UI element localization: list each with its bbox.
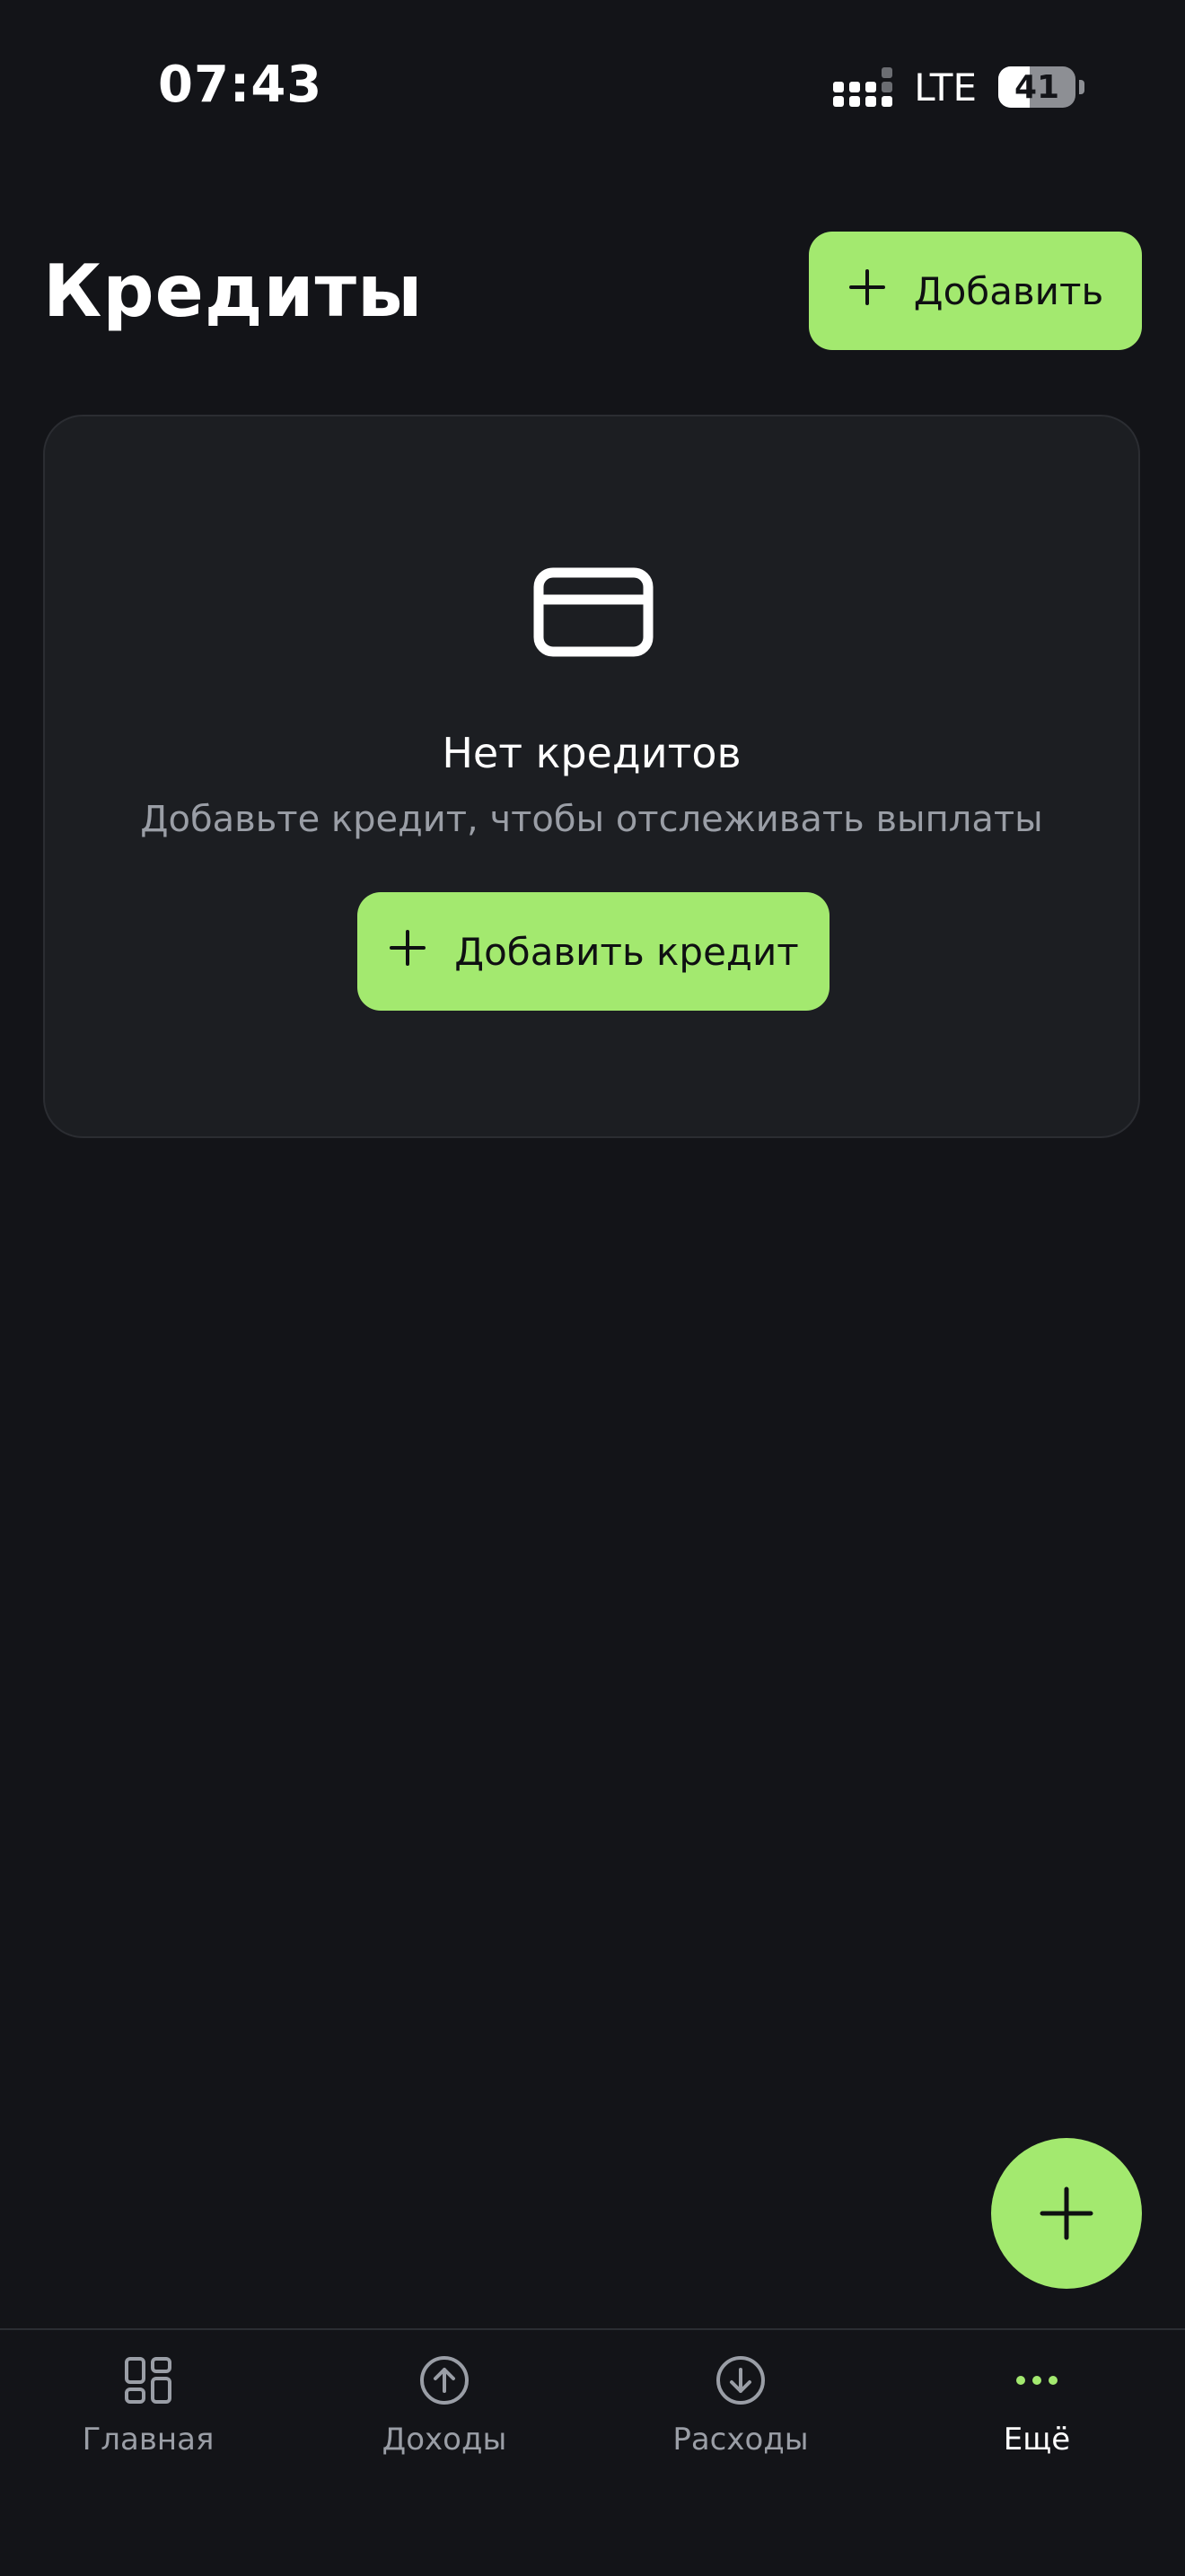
nav-label: Расходы: [672, 2422, 809, 2458]
bottom-nav: Главная Доходы Расходы Ещё: [0, 2328, 1185, 2576]
add-button-label: Добавить: [913, 268, 1104, 313]
add-credit-button-label: Добавить кредит: [454, 929, 799, 974]
dashboard-grid-icon: [125, 2357, 171, 2404]
more-dots-icon: [1016, 2376, 1058, 2385]
empty-state-title: Нет кредитов: [442, 729, 742, 777]
nav-item-expenses[interactable]: Расходы: [592, 2353, 889, 2479]
add-credit-button[interactable]: Добавить кредит: [357, 892, 830, 1011]
empty-state-card: Нет кредитов Добавьте кредит, чтобы отсл…: [43, 415, 1140, 1138]
status-time: 07:43: [158, 56, 323, 114]
plus-icon: [847, 267, 887, 315]
nav-label: Доходы: [382, 2422, 507, 2458]
plus-icon: [388, 927, 427, 976]
page-title: Кредиты: [43, 250, 424, 333]
nav-item-income[interactable]: Доходы: [296, 2353, 592, 2479]
arrow-down-circle-icon: [716, 2356, 765, 2405]
empty-state-subtitle: Добавьте кредит, чтобы отслеживать выпла…: [140, 799, 1043, 840]
nav-label: Главная: [82, 2422, 215, 2458]
signal-icon: [833, 67, 893, 107]
nav-item-more[interactable]: Ещё: [889, 2353, 1185, 2479]
plus-icon: [1040, 2186, 1093, 2240]
battery-icon: 41: [998, 66, 1075, 108]
battery-level: 41: [1014, 68, 1060, 106]
fab-add-button[interactable]: [991, 2138, 1142, 2289]
battery-tip: [1079, 80, 1084, 94]
arrow-up-circle-icon: [420, 2356, 469, 2405]
credit-card-icon: [533, 567, 654, 657]
status-indicators: LTE 41: [833, 63, 1084, 111]
add-button[interactable]: Добавить: [809, 232, 1142, 350]
nav-label: Ещё: [1003, 2422, 1071, 2458]
network-type: LTE: [914, 65, 977, 110]
nav-item-home[interactable]: Главная: [0, 2353, 296, 2479]
